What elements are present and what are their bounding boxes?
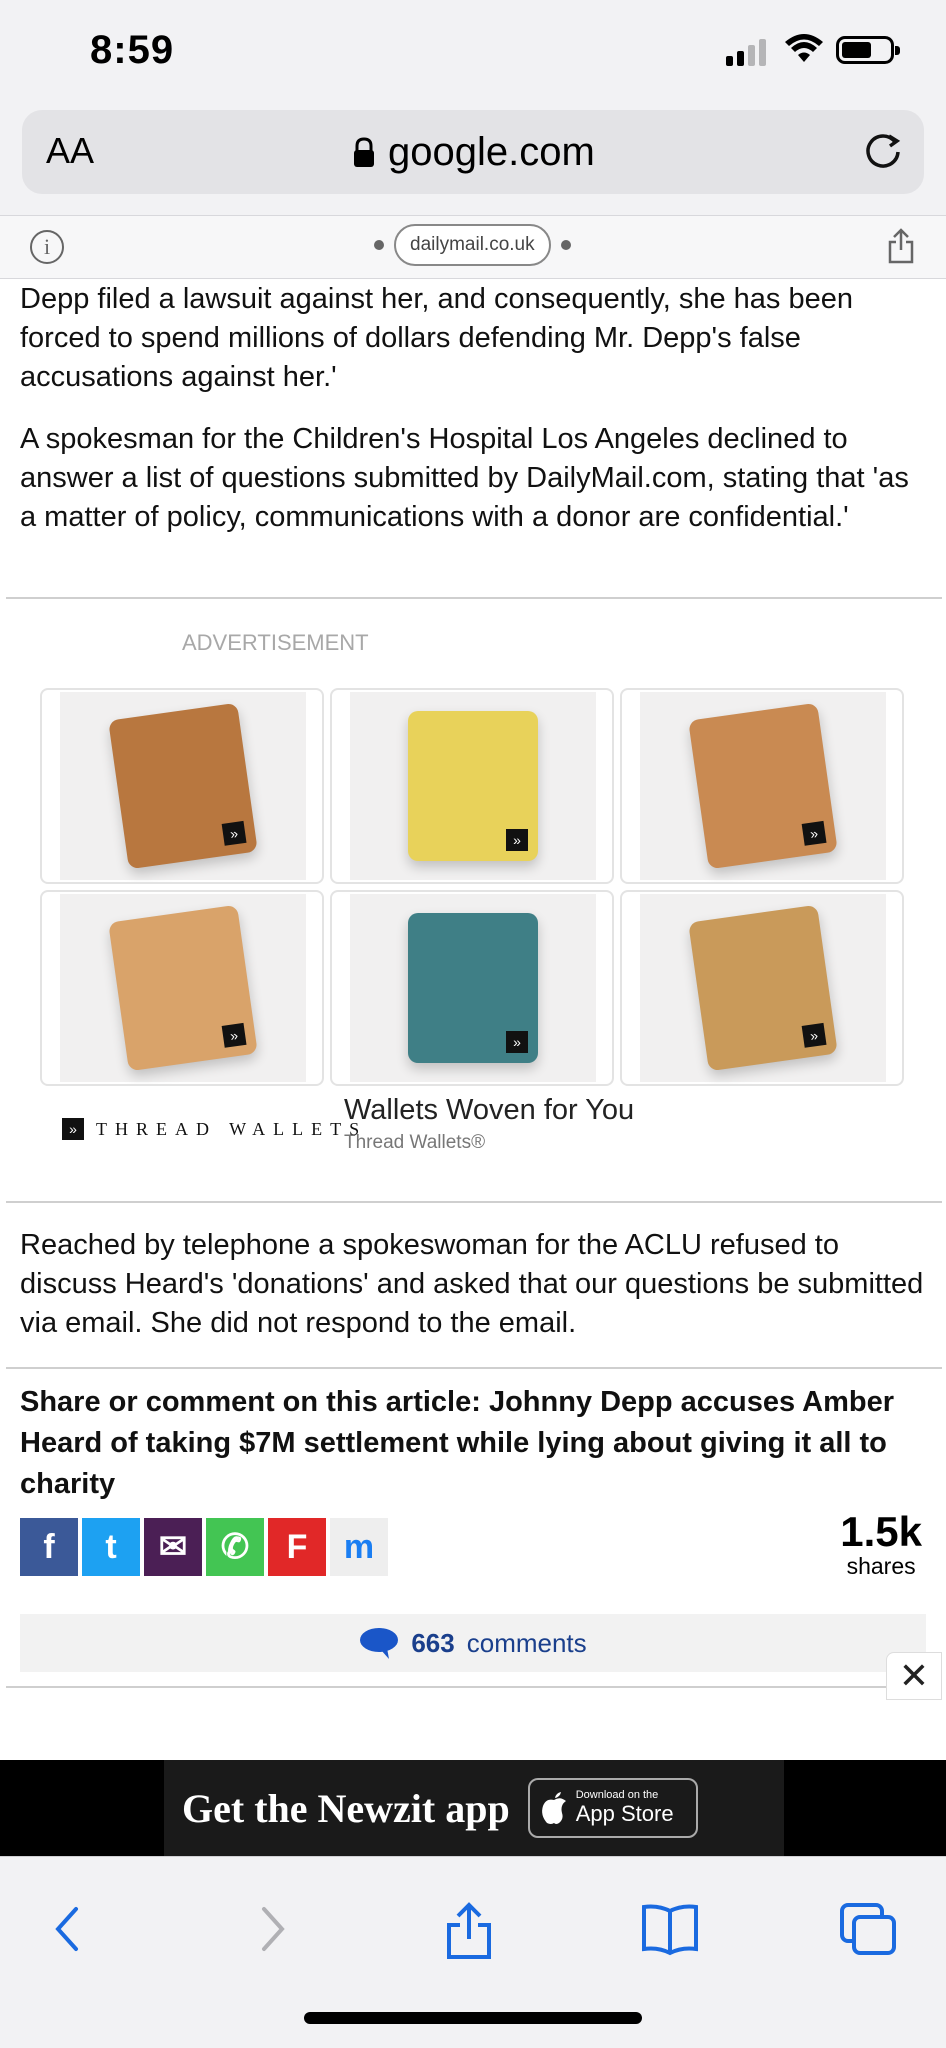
browser-address-area: AA google.com — [0, 100, 946, 215]
apple-icon — [541, 1792, 566, 1824]
article-paragraph: Reached by telephone a spokeswoman for t… — [20, 1229, 924, 1339]
share-title: Share or comment on this article: Johnny… — [20, 1386, 894, 1500]
info-icon[interactable]: i — [30, 230, 64, 264]
url-text: google.com — [388, 130, 595, 174]
page-dot-left — [374, 240, 384, 250]
ad-advertiser[interactable]: Thread Wallets® — [344, 1132, 485, 1154]
bookmarks-icon[interactable] — [640, 1901, 700, 1957]
address-bar[interactable]: AA google.com — [22, 110, 924, 194]
messenger-icon: m — [343, 1527, 375, 1566]
twitter-icon: t — [105, 1527, 117, 1566]
flipboard-icon: F — [286, 1527, 308, 1566]
ad-product-card[interactable]: » — [330, 688, 614, 884]
facebook-share-button[interactable]: f — [20, 1518, 78, 1576]
article-paragraph: A spokesman for the Children's Hospital … — [20, 423, 909, 533]
share-count-label: shares — [846, 1553, 916, 1579]
messenger-share-button[interactable]: m — [330, 1518, 388, 1576]
tabs-icon[interactable] — [838, 1901, 898, 1957]
keychain-wallet-pattern-icon: » — [350, 692, 596, 880]
advertisement-label: ADVERTISEMENT — [182, 630, 369, 655]
ad-product-card[interactable]: » — [330, 890, 614, 1086]
page-dot-right — [560, 240, 571, 250]
banner-text: Get the Newzit app — [182, 1785, 510, 1831]
home-indicator[interactable] — [304, 2012, 642, 2024]
wallet-striped-red-icon: » — [60, 692, 306, 880]
site-info-bar: i dailymail.co.uk — [0, 215, 946, 279]
share-count: 1.5k shares — [840, 1508, 922, 1579]
wifi-icon — [785, 34, 823, 62]
divider — [6, 1367, 942, 1369]
cellular-signal-icon — [726, 38, 766, 66]
close-banner-button[interactable]: ✕ — [886, 1652, 942, 1700]
share-count-number: 1.5k — [840, 1508, 922, 1555]
forward-icon[interactable] — [252, 1901, 292, 1957]
ad-product-grid: »»»»»» — [40, 688, 908, 1086]
email-share-button[interactable]: ✉ — [144, 1518, 202, 1576]
wallet-striped-orange-icon: » — [640, 692, 886, 880]
whatsapp-share-button[interactable]: ✆ — [206, 1518, 264, 1576]
app-store-badge[interactable]: Download on the App Store — [527, 1778, 698, 1838]
flipboard-share-button[interactable]: F — [268, 1518, 326, 1576]
brand-name: THREAD WALLETS — [96, 1118, 368, 1139]
reload-icon[interactable] — [862, 130, 904, 172]
back-icon[interactable] — [48, 1901, 88, 1957]
app-store-big: App Store — [575, 1801, 674, 1826]
comments-button[interactable]: 663 comments — [20, 1614, 926, 1672]
ad-brand-logo[interactable]: » THREAD WALLETS — [62, 1118, 367, 1140]
divider — [6, 1686, 942, 1688]
ad-product-card[interactable]: » — [620, 890, 904, 1086]
comments-label: comments — [466, 1627, 587, 1658]
ad-product-card[interactable]: » — [40, 688, 324, 884]
article-paragraph: Depp filed a lawsuit against her, and co… — [20, 283, 853, 393]
share-buttons: f t ✉ ✆ Fm — [20, 1518, 388, 1576]
ad-product-card[interactable]: » — [40, 890, 324, 1086]
share-icon[interactable] — [444, 1901, 494, 1961]
battery-icon — [836, 36, 900, 64]
whatsapp-icon: ✆ — [220, 1528, 250, 1566]
status-time: 8:59 — [90, 28, 175, 72]
lock-icon — [354, 136, 374, 167]
comments-count: 663 — [411, 1627, 455, 1658]
text-size-button[interactable]: AA — [46, 130, 94, 172]
brand-mark-icon: » — [62, 1118, 84, 1140]
app-store-small: Download on the — [575, 1789, 659, 1801]
site-pill[interactable]: dailymail.co.uk — [394, 224, 551, 266]
email-icon: ✉ — [158, 1528, 188, 1566]
app-banner[interactable]: Get the Newzit app Download on the App S… — [0, 1760, 946, 1856]
phone-case-floral-icon: » — [60, 894, 306, 1082]
sling-bag-teal-icon: » — [350, 894, 596, 1082]
status-bar: 8:59 — [0, 0, 946, 100]
facebook-icon: f — [43, 1527, 55, 1566]
divider — [6, 1201, 942, 1203]
twitter-share-button[interactable]: t — [82, 1518, 140, 1576]
divider — [6, 597, 942, 599]
ad-headline[interactable]: Wallets Woven for You — [344, 1094, 634, 1127]
share-icon[interactable] — [888, 228, 914, 264]
comment-bubble-icon — [360, 1628, 399, 1659]
keychain-wallet-leopard-icon: » — [640, 894, 886, 1082]
ad-product-card[interactable]: » — [620, 688, 904, 884]
